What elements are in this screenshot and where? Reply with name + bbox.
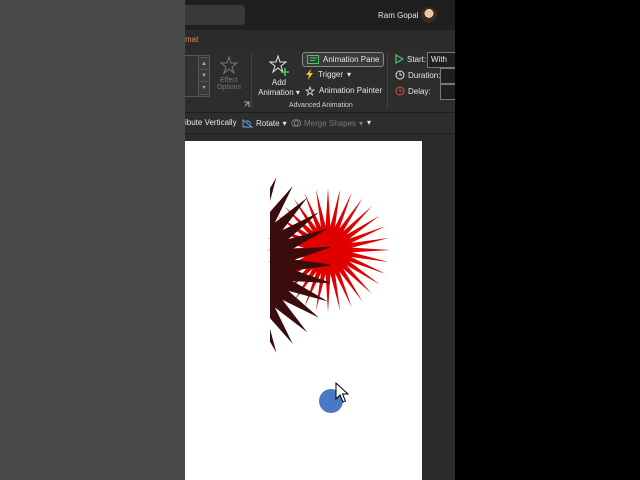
effect-options-icon bbox=[219, 55, 239, 75]
duration-label: Duration: bbox=[408, 70, 441, 80]
add-animation-icon bbox=[268, 54, 289, 76]
start-label-group: Start: bbox=[395, 54, 426, 64]
add-animation-label-1: Add bbox=[271, 78, 287, 87]
merge-shapes-label: Merge Shapes bbox=[304, 118, 357, 128]
left-dimmed-area bbox=[0, 0, 185, 480]
duration-input[interactable] bbox=[440, 68, 455, 84]
tab-format[interactable]: mat bbox=[185, 35, 198, 44]
ribbon-tabs bbox=[185, 30, 455, 50]
clock-icon bbox=[395, 70, 405, 80]
animation-pane-button[interactable]: Animation Pane bbox=[302, 52, 385, 67]
distribute-vertically-button[interactable]: ibute Vertically bbox=[185, 118, 237, 127]
trigger-button[interactable]: Trigger ▾ bbox=[305, 68, 351, 81]
delay-clock-icon bbox=[395, 86, 405, 96]
trigger-label: Trigger bbox=[318, 70, 344, 79]
lightning-icon bbox=[306, 69, 313, 80]
duration-label-group: Duration: bbox=[395, 70, 440, 80]
advanced-animation-group-label: Advanced Animation bbox=[289, 102, 353, 109]
play-icon bbox=[395, 54, 404, 64]
merge-shapes-button[interactable]: Merge Shapes ▾ bbox=[291, 118, 363, 128]
customize-toolbar-icon[interactable]: ▾ bbox=[367, 118, 371, 127]
ribbon-separator bbox=[387, 54, 388, 108]
gallery-more[interactable]: ▾ bbox=[198, 81, 210, 95]
start-select[interactable]: With Pre bbox=[427, 52, 455, 68]
avatar[interactable] bbox=[421, 7, 437, 23]
search-box[interactable] bbox=[185, 5, 245, 25]
dialog-launcher-icon[interactable] bbox=[243, 101, 250, 108]
right-dimmed-area bbox=[455, 0, 640, 480]
user-name: Ram Gopal bbox=[378, 11, 419, 20]
animation-painter-button[interactable]: Animation Painter bbox=[305, 84, 382, 97]
animation-pane-label: Animation Pane bbox=[323, 55, 380, 64]
rotate-icon bbox=[242, 118, 253, 128]
mouse-pointer-icon bbox=[335, 382, 349, 403]
rotate-button[interactable]: Rotate ▾ bbox=[242, 118, 287, 128]
start-label: Start: bbox=[407, 54, 427, 64]
merge-shapes-icon bbox=[291, 119, 301, 127]
delay-label: Delay: bbox=[408, 86, 431, 96]
ghost-starburst-polygon bbox=[270, 177, 330, 353]
effect-options-label-1: Effect bbox=[220, 77, 238, 84]
title-bar: Ram Gopal bbox=[185, 0, 455, 30]
rotate-label: Rotate bbox=[256, 118, 280, 128]
animation-painter-label: Animation Painter bbox=[319, 86, 383, 95]
animation-pane-icon bbox=[307, 55, 319, 64]
add-animation-button[interactable]: Add Animation ▾ bbox=[257, 54, 301, 98]
ribbon-separator bbox=[251, 54, 252, 108]
background-starburst-ghost bbox=[270, 177, 330, 353]
add-animation-label-2: Animation bbox=[258, 88, 294, 97]
effect-options-label-2: Options bbox=[216, 84, 242, 91]
delay-input[interactable] bbox=[440, 84, 455, 100]
animation-painter-icon bbox=[305, 85, 315, 96]
delay-label-group: Delay: bbox=[395, 86, 431, 96]
effect-options-button[interactable]: Effect Options bbox=[211, 55, 247, 91]
